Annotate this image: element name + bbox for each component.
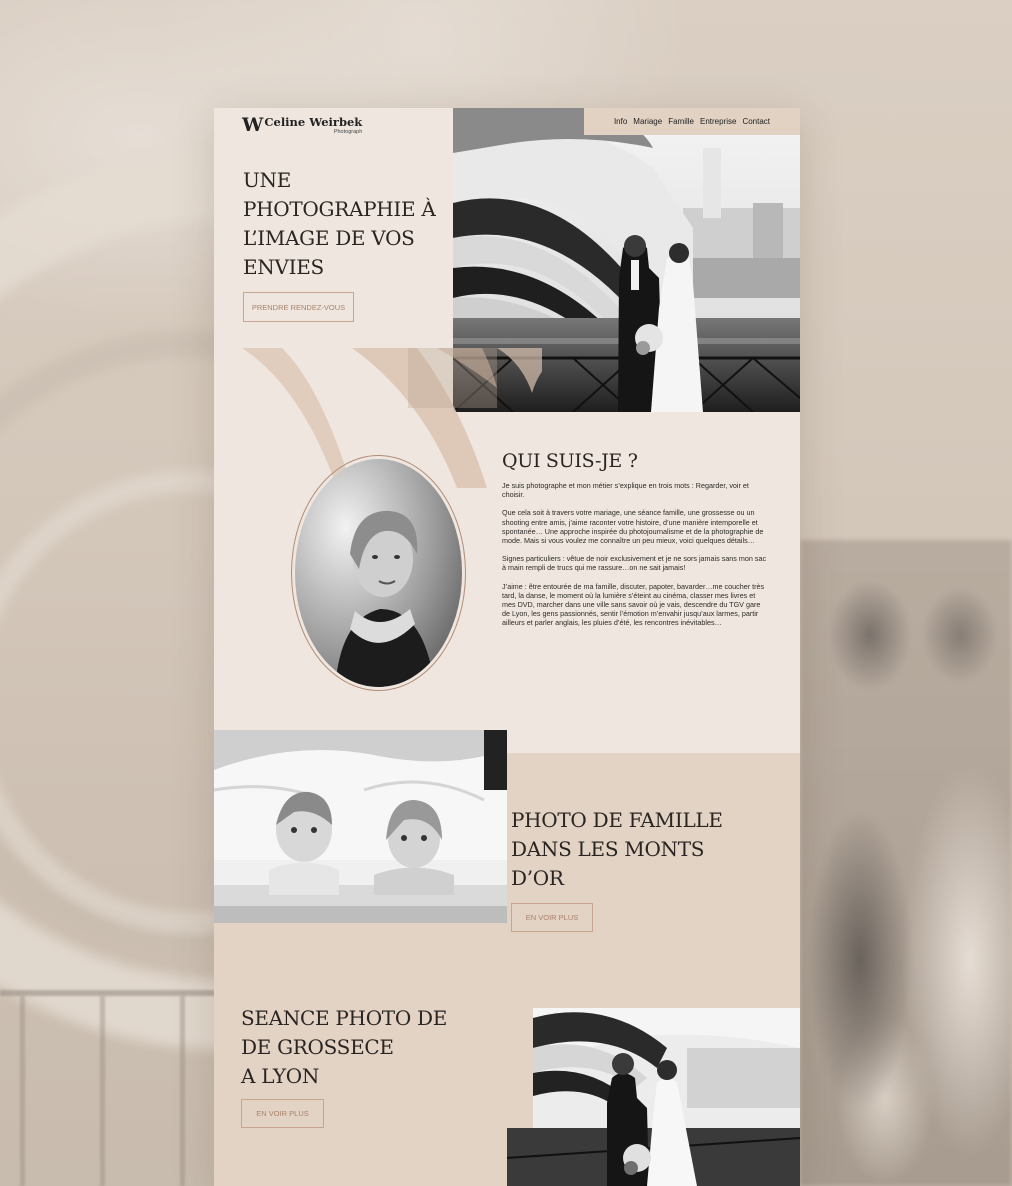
- children-under-blanket-photo-icon: [214, 730, 507, 923]
- wedding-couple-bridge-photo-icon: [453, 108, 800, 412]
- book-appointment-button[interactable]: PRENDRE RENDEZ-VOUS: [243, 292, 354, 322]
- hero-title: UNE PHOTOGRAPHIE À L’IMAGE DE VOS ENVIES: [243, 166, 458, 282]
- about-paragraph: Je suis photographe et mon métier s’expl…: [502, 481, 749, 500]
- family-title-line: D’OR: [511, 866, 564, 890]
- hero-photo: [453, 108, 800, 412]
- pregnancy-title-line: SEANCE PHOTO DE: [241, 1006, 448, 1030]
- hero-title-line: L’IMAGE DE VOS: [243, 226, 415, 250]
- portrait-photo-icon: [295, 459, 462, 687]
- brand-subtitle: Photograph: [333, 129, 363, 135]
- about-paragraph: Signes particuliers : vêtue de noir excl…: [502, 554, 767, 573]
- about-paragraph: Que cela soit à travers votre mariage, u…: [502, 508, 764, 546]
- family-title-line: PHOTO DE FAMILLE: [511, 808, 723, 832]
- about-text: Je suis photographe et mon métier s’expl…: [502, 481, 767, 637]
- pregnancy-see-more-button[interactable]: EN VOIR PLUS: [241, 1099, 324, 1128]
- family-title: PHOTO DE FAMILLE DANS LES MONTS D’OR: [511, 806, 761, 893]
- family-title-line: DANS LES MONTS: [511, 837, 705, 861]
- family-see-more-button[interactable]: EN VOIR PLUS: [511, 903, 593, 932]
- wedding-photo: [507, 1008, 800, 1186]
- main-nav: Info Mariage Famille Entreprise Contact: [584, 108, 800, 135]
- hero-title-line: PHOTOGRAPHIE À: [243, 197, 436, 221]
- pregnancy-title: SEANCE PHOTO DE DE GROSSECE A LYON: [241, 1004, 471, 1091]
- nav-item-contact[interactable]: Contact: [742, 117, 770, 126]
- pregnancy-title-line: A LYON: [241, 1064, 320, 1088]
- brand-logo[interactable]: W Celine Weirbek Photograph: [242, 116, 362, 136]
- portrait-frame: [291, 455, 466, 691]
- website-mockup: W Celine Weirbek Photograph Info Mariage…: [214, 108, 800, 1186]
- about-title: QUI SUIS-JE ?: [502, 450, 638, 472]
- pregnancy-title-line: DE GROSSECE: [241, 1035, 394, 1059]
- logo-monogram-icon: W: [242, 114, 263, 136]
- hero-title-line: ENVIES: [243, 255, 324, 279]
- hero-title-line: UNE: [243, 168, 292, 192]
- wedding-couple-photo-icon: [507, 1008, 800, 1186]
- family-photo: [214, 730, 507, 923]
- brand-name: Celine Weirbek: [264, 115, 363, 129]
- nav-item-mariage[interactable]: Mariage: [633, 117, 662, 126]
- nav-item-famille[interactable]: Famille: [668, 117, 694, 126]
- about-paragraph: J’aime : être entourée de ma famille, di…: [502, 581, 765, 628]
- nav-item-entreprise[interactable]: Entreprise: [700, 117, 736, 126]
- nav-item-info[interactable]: Info: [614, 117, 627, 126]
